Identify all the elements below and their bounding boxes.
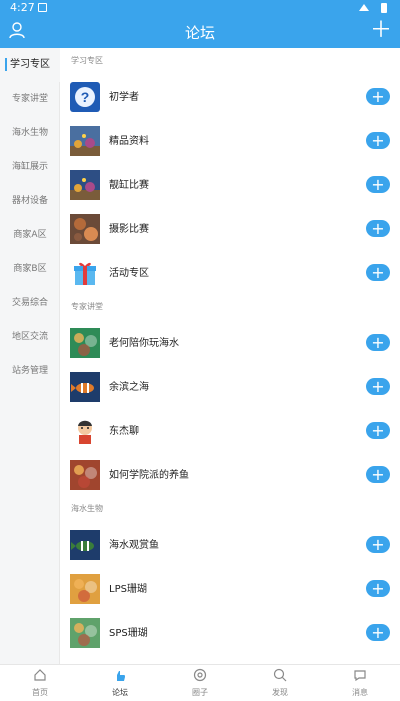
forum-thumbnail <box>70 574 100 604</box>
discover-icon <box>273 668 287 682</box>
forum-thumbnail <box>70 328 100 358</box>
forum-thumbnail <box>70 460 100 490</box>
tab-home[interactable]: 首页 <box>0 665 80 701</box>
page-title: 论坛 <box>184 24 215 42</box>
follow-add-button[interactable]: + <box>366 176 390 193</box>
notification-icon <box>38 3 47 12</box>
tab-circle[interactable]: 圈子 <box>160 665 240 701</box>
category-sidebar: 学习专区 专家讲堂 海水生物 海缸展示 器材设备 商家A区 商家B区 交易综合 地区交流 站务管理 <box>0 48 60 664</box>
sidebar-item[interactable]: 专家讲堂 <box>0 82 60 116</box>
forum-row[interactable]: SPS珊瑚 + <box>60 615 400 659</box>
forum-name: 余滨之海 <box>109 382 149 393</box>
forum-row[interactable]: 靓缸比赛 + <box>60 167 400 211</box>
follow-add-button[interactable]: + <box>366 264 390 281</box>
status-time: 4:27 <box>10 1 35 14</box>
signal-icon <box>358 2 370 15</box>
forum-name: 精品资料 <box>109 136 149 147</box>
sidebar-item[interactable]: 商家A区 <box>0 218 60 252</box>
forum-thumbnail: ? <box>70 82 100 112</box>
forum-row[interactable]: 东杰聊 + <box>60 413 400 457</box>
message-icon <box>353 668 367 682</box>
forum-list: 学习专区? 初学者 + 精品资料 + 靓缸比赛 + 摄影比赛 + 活动专区 + 专家讲堂 老何陪你玩海水… <box>60 48 400 664</box>
follow-add-button[interactable]: + <box>366 624 390 641</box>
follow-add-button[interactable]: + <box>366 132 390 149</box>
forum-thumbnail <box>70 618 100 648</box>
forum-name: 东杰聊 <box>109 426 139 437</box>
section-label: 海水生物 <box>71 504 103 513</box>
tab-discover[interactable]: 发现 <box>240 665 320 701</box>
follow-add-button[interactable]: + <box>366 88 390 105</box>
forum-name: SPS珊瑚 <box>109 628 148 639</box>
forum-row[interactable]: 如何学院派的养鱼 + <box>60 457 400 501</box>
forum-name: 海水观赏鱼 <box>109 540 159 551</box>
follow-add-button[interactable]: + <box>366 378 390 395</box>
forum-name: 靓缸比赛 <box>109 180 149 191</box>
forum-thumbnail <box>70 126 100 156</box>
forum-name: 活动专区 <box>109 268 149 279</box>
sidebar-item[interactable]: 器材设备 <box>0 184 60 218</box>
tab-label: 圈子 <box>192 688 208 697</box>
forum-row[interactable]: 老何陪你玩海水 + <box>60 325 400 369</box>
home-icon <box>33 668 47 682</box>
forum-thumbnail <box>70 416 100 446</box>
forum-row[interactable]: ? 初学者 + <box>60 79 400 123</box>
add-post-button[interactable]: ＋ <box>370 19 392 43</box>
follow-add-button[interactable]: + <box>366 536 390 553</box>
forum-row[interactable]: 活动专区 + <box>60 255 400 299</box>
forum-thumbnail <box>70 170 100 200</box>
sidebar-item[interactable]: 学习专区 <box>0 48 60 82</box>
follow-add-button[interactable]: + <box>366 422 390 439</box>
tab-forum-hand[interactable]: 论坛 <box>80 665 160 701</box>
forum-thumbnail <box>70 372 100 402</box>
forum-name: 初学者 <box>109 92 139 103</box>
sidebar-item[interactable]: 地区交流 <box>0 320 60 354</box>
section-label: 学习专区 <box>71 56 103 65</box>
forum-thumbnail <box>70 258 100 288</box>
sidebar-item[interactable]: 站务管理 <box>0 354 60 388</box>
tab-label: 首页 <box>32 688 48 697</box>
app-header: 论坛 ＋ <box>0 16 400 48</box>
follow-add-button[interactable]: + <box>366 466 390 483</box>
forum-hand-icon <box>113 668 127 682</box>
svg-text:?: ? <box>81 89 90 105</box>
forum-name: 老何陪你玩海水 <box>109 338 179 349</box>
battery-icon <box>380 2 388 17</box>
tab-label: 发现 <box>272 688 288 697</box>
bottom-tab-bar: 首页 论坛 圈子 发现 消息 <box>0 664 400 700</box>
sidebar-item[interactable]: 交易综合 <box>0 286 60 320</box>
forum-thumbnail <box>70 214 100 244</box>
follow-add-button[interactable]: + <box>366 580 390 597</box>
status-bar: 4:27 <box>0 0 400 16</box>
tab-message[interactable]: 消息 <box>320 665 400 701</box>
forum-thumbnail <box>70 530 100 560</box>
forum-name: 摄影比赛 <box>109 224 149 235</box>
follow-add-button[interactable]: + <box>366 220 390 237</box>
section-label: 专家讲堂 <box>71 302 103 311</box>
sidebar-item[interactable]: 海缸展示 <box>0 150 60 184</box>
forum-row[interactable]: 精品资料 + <box>60 123 400 167</box>
circle-icon <box>193 668 207 682</box>
tab-label: 论坛 <box>112 688 128 697</box>
forum-row[interactable]: 摄影比赛 + <box>60 211 400 255</box>
follow-add-button[interactable]: + <box>366 334 390 351</box>
forum-row[interactable]: 余滨之海 + <box>60 369 400 413</box>
forum-row[interactable]: LPS珊瑚 + <box>60 571 400 615</box>
forum-name: 如何学院派的养鱼 <box>109 470 189 481</box>
forum-row[interactable]: 海水观赏鱼 + <box>60 527 400 571</box>
sidebar-item[interactable]: 海水生物 <box>0 116 60 150</box>
sidebar-item[interactable]: 商家B区 <box>0 252 60 286</box>
forum-name: LPS珊瑚 <box>109 584 147 595</box>
tab-label: 消息 <box>352 688 368 697</box>
